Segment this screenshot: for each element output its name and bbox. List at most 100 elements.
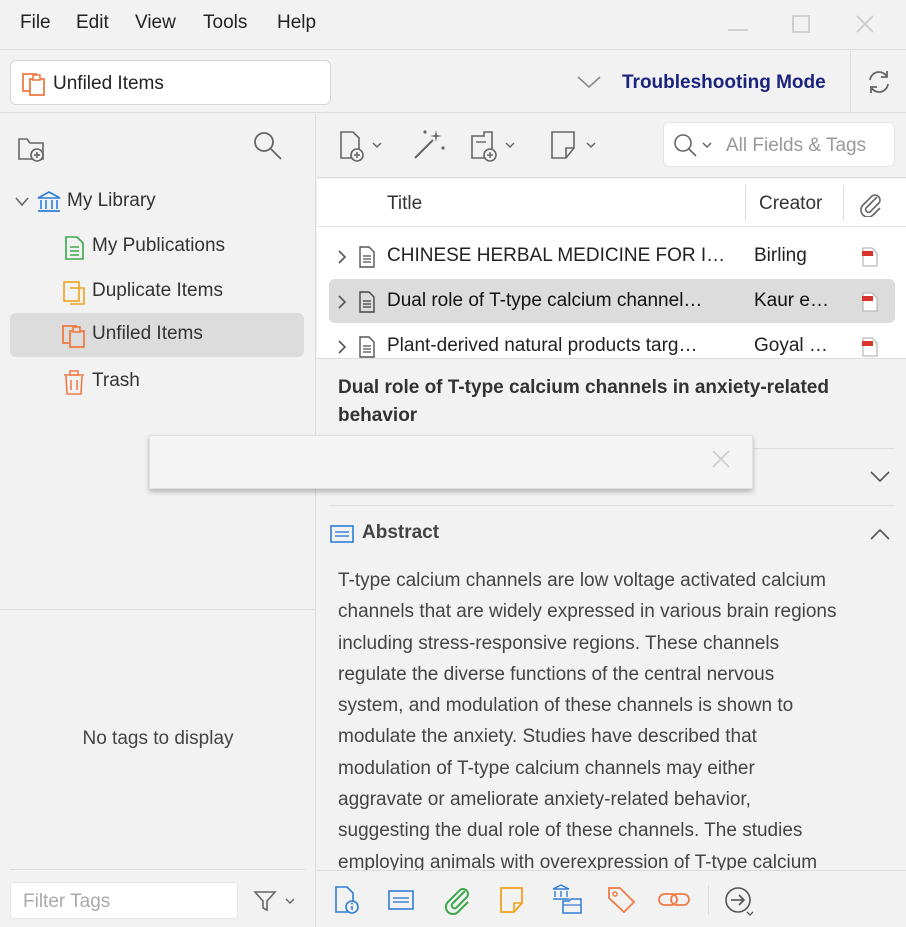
new-item-icon[interactable] [337, 128, 389, 164]
library-icon [36, 190, 62, 214]
table-row[interactable]: Dual role of T-type calcium channel… Kau… [329, 279, 895, 323]
chevron-right-icon[interactable] [337, 294, 347, 310]
tag-selector-divider[interactable] [0, 609, 316, 610]
tree-item-unfiled-items[interactable]: Unfiled Items [10, 313, 304, 357]
sync-icon[interactable] [864, 67, 894, 97]
trash-icon [62, 370, 86, 396]
abstract-line: suggesting the dual role of these channe… [338, 820, 803, 842]
close-window-button[interactable] [851, 10, 879, 38]
column-title[interactable]: Title [387, 193, 422, 215]
row-title: Dual role of T-type calcium channel… [387, 290, 703, 311]
collection-selector-label: Unfiled Items [53, 73, 164, 94]
column-creator[interactable]: Creator [759, 193, 822, 215]
abstract-line: T-type calcium channels are low voltage … [338, 570, 826, 591]
magic-wand-icon[interactable] [411, 126, 447, 162]
menu-help[interactable]: Help [277, 12, 316, 34]
filter-tags-input[interactable]: Filter Tags [10, 882, 238, 919]
document-icon [358, 336, 376, 358]
abstract-heading: Abstract [362, 522, 440, 543]
tree-item-my-library[interactable]: My Library [12, 180, 304, 224]
row-creator: Goyal … [754, 335, 828, 356]
notes-icon[interactable] [498, 885, 526, 915]
abstract-text[interactable]: T-type calcium channels are low voltage … [338, 565, 894, 878]
unfiled-icon [20, 70, 48, 98]
new-collection-icon[interactable] [16, 132, 48, 164]
abstract-line: regulate the diverse functions of the ce… [338, 663, 775, 685]
troubleshooting-mode-label[interactable]: Troubleshooting Mode [622, 72, 826, 94]
items-header: Title Creator [317, 179, 906, 227]
publications-icon [62, 235, 86, 261]
add-attachment-icon[interactable] [470, 128, 522, 164]
tree-item-label: My Library [67, 190, 156, 211]
chevron-down-icon[interactable] [14, 196, 30, 208]
abstract-line: modulation of T-type calcium channels ma… [338, 757, 755, 779]
row-title: CHINESE HERBAL MEDICINE FOR I… [387, 245, 726, 266]
divider [708, 885, 709, 915]
tree-item-trash[interactable]: Trash [10, 360, 304, 404]
search-icon[interactable] [252, 130, 284, 162]
menu-file[interactable]: File [20, 12, 51, 34]
tag-filter-menu-icon[interactable] [252, 888, 298, 914]
tree-item-duplicate-items[interactable]: Duplicate Items [10, 270, 304, 314]
divider [10, 869, 305, 870]
pdf-attachment-icon[interactable] [860, 291, 880, 313]
tree-item-label: Duplicate Items [92, 280, 223, 301]
duplicate-icon [62, 280, 88, 306]
new-note-icon[interactable] [549, 128, 601, 164]
tree-item-my-publications[interactable]: My Publications [10, 225, 304, 269]
row-title: Plant-derived natural products targ… [387, 335, 698, 356]
column-separator[interactable] [843, 185, 844, 221]
close-icon[interactable] [710, 448, 732, 470]
column-separator[interactable] [745, 185, 746, 221]
chevron-right-icon[interactable] [337, 339, 347, 355]
unfiled-icon [60, 322, 88, 350]
tree-item-label: My Publications [92, 235, 226, 256]
minimize-button[interactable] [724, 10, 752, 38]
table-row[interactable]: Plant-derived natural products targ… Goy… [329, 324, 895, 359]
abstract-icon [329, 523, 355, 545]
menu-edit[interactable]: Edit [76, 12, 109, 34]
document-icon [358, 246, 376, 268]
chevron-right-icon[interactable] [337, 249, 347, 265]
libraries-collections-icon[interactable] [551, 883, 585, 917]
abstract-line: channels that are widely expressed in va… [338, 601, 837, 623]
pdf-attachment-icon[interactable] [860, 246, 880, 268]
menu-view[interactable]: View [135, 12, 176, 34]
document-icon [358, 291, 376, 313]
row-creator: Birling [754, 245, 807, 266]
abstract-line: including stress-responsive regions. The… [338, 632, 780, 654]
item-pane-sidenav [317, 870, 906, 927]
tags-icon[interactable] [606, 885, 638, 915]
related-icon[interactable] [657, 886, 693, 914]
table-row[interactable]: CHINESE HERBAL MEDICINE FOR I… Birling [329, 234, 895, 278]
chevron-down-icon[interactable] [869, 470, 891, 484]
no-tags-message: No tags to display [82, 728, 234, 749]
search-input[interactable]: All Fields & Tags [663, 122, 895, 167]
search-icon[interactable] [672, 131, 720, 159]
maximize-button[interactable] [787, 10, 815, 38]
collection-selector[interactable]: Unfiled Items [10, 60, 331, 105]
menu-tools[interactable]: Tools [203, 12, 247, 34]
locate-icon[interactable] [723, 885, 755, 917]
chevron-down-icon[interactable] [576, 73, 602, 91]
collections-pane: My Library My Publications Duplicate Ite… [0, 114, 316, 927]
title-bar: Unfiled Items Troubleshooting Mode [0, 51, 906, 113]
pdf-attachment-icon[interactable] [860, 336, 880, 358]
tree-item-label: Unfiled Items [92, 323, 203, 344]
attachment-column-icon[interactable] [857, 191, 883, 217]
row-creator: Kaur e… [754, 290, 829, 311]
items-list: Title Creator CHINESE HERBAL MEDICINE FO… [317, 179, 906, 359]
menu-bar: File Edit View Tools Help [0, 0, 906, 50]
abstract-icon[interactable] [387, 888, 415, 912]
tree-item-label: Trash [92, 370, 140, 391]
popup-panel [149, 435, 753, 489]
divider [329, 505, 895, 506]
info-icon[interactable] [333, 885, 361, 915]
chevron-up-icon[interactable] [869, 527, 891, 541]
divider [850, 51, 851, 113]
item-title: Dual role of T-type calcium channels in … [338, 377, 829, 426]
items-toolbar: All Fields & Tags [317, 114, 906, 178]
abstract-line: aggravate or ameliorate anxiety-related … [338, 789, 751, 811]
attachments-icon[interactable] [441, 885, 471, 915]
abstract-line: system, and modulation of these channels… [338, 695, 794, 717]
